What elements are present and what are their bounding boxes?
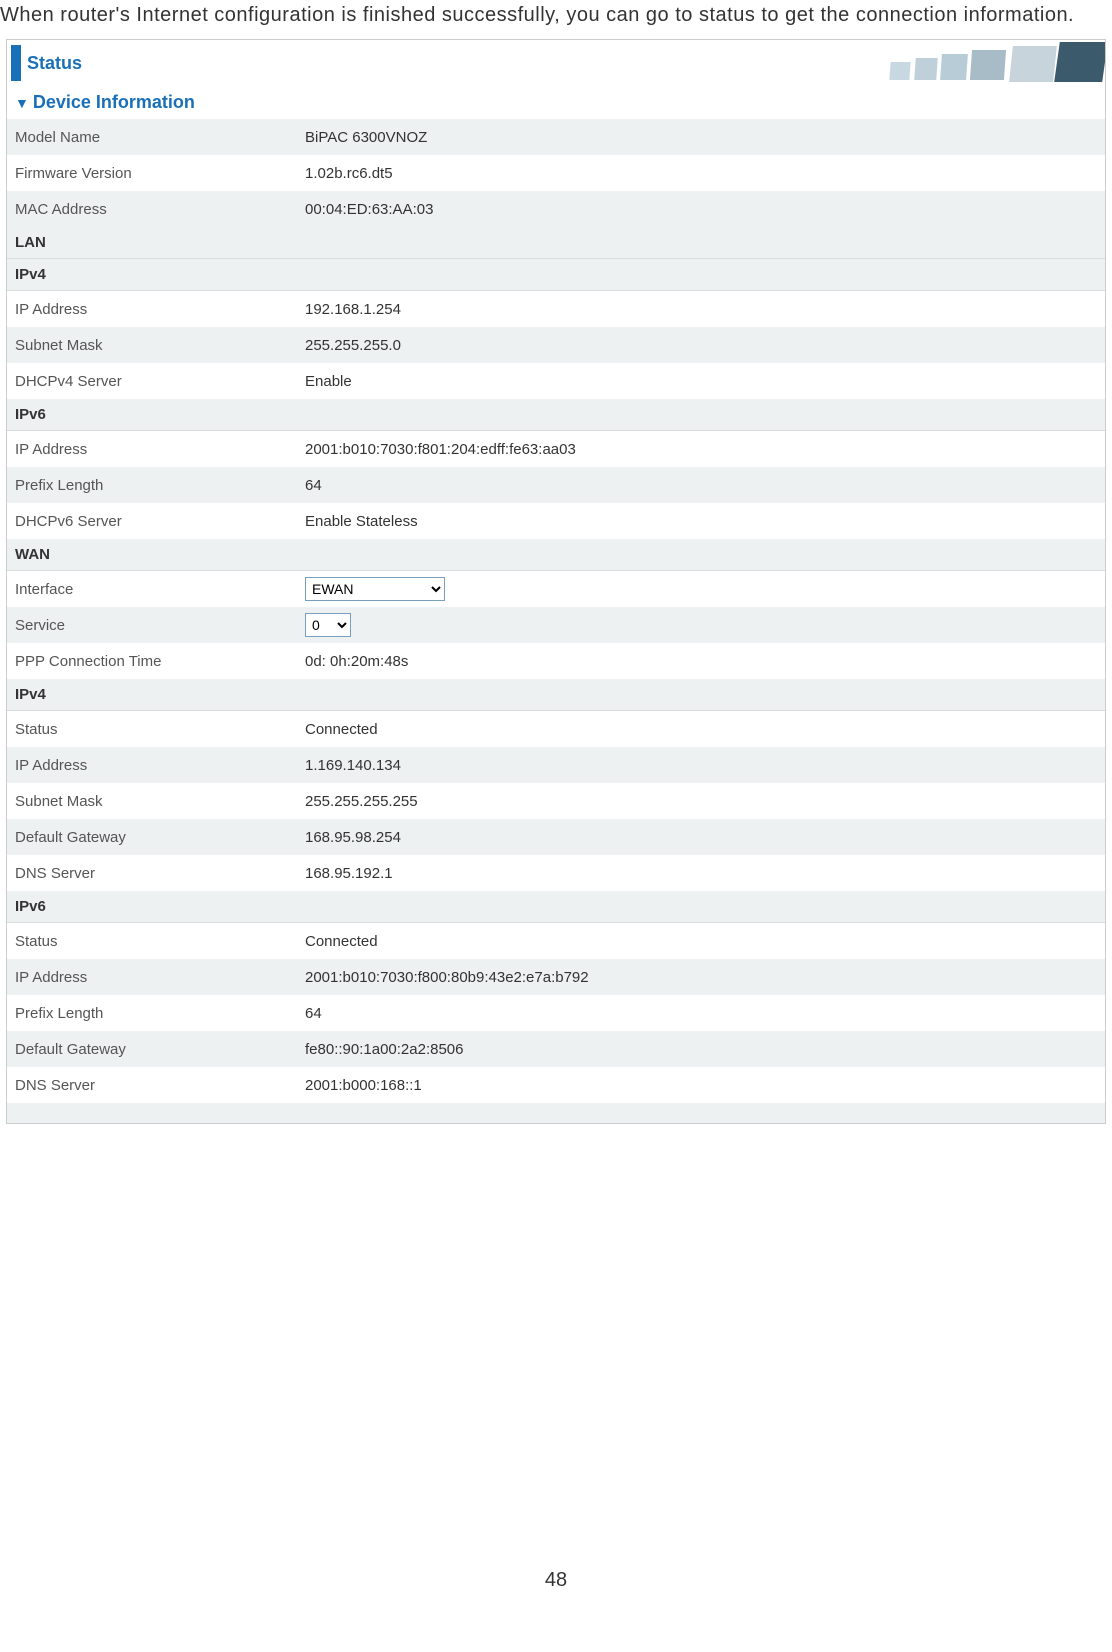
table-row: Service 0: [7, 607, 1105, 643]
wan-ppp-value: 0d: 0h:20m:48s: [305, 653, 408, 670]
lan-ipv4-subnet-label: Subnet Mask: [15, 337, 305, 354]
lan-ipv6-dhcp-value: Enable Stateless: [305, 513, 418, 530]
lan-ipv4-dhcp-label: DHCPv4 Server: [15, 373, 305, 390]
wan-ipv4-status-value: Connected: [305, 721, 378, 738]
table-row: DNS Server 2001:b000:168::1: [7, 1067, 1105, 1103]
wan-ipv4-gateway-label: Default Gateway: [15, 829, 305, 846]
wan-interface-select[interactable]: EWAN: [305, 577, 445, 601]
caret-down-icon: ▼: [15, 95, 29, 111]
lan-ipv6-ip-label: IP Address: [15, 441, 305, 458]
table-row: Prefix Length 64: [7, 467, 1105, 503]
page-number: 48: [545, 1569, 567, 1592]
wan-ipv6-header: IPv6: [7, 891, 1105, 923]
intro-text: When router's Internet configuration is …: [0, 0, 1112, 35]
table-row: IP Address 1.169.140.134: [7, 747, 1105, 783]
lan-ipv4-header: IPv4: [7, 259, 1105, 291]
wan-ipv4-header: IPv4: [7, 679, 1105, 711]
wan-ipv4-status-label: Status: [15, 721, 305, 738]
model-name-label: Model Name: [15, 129, 305, 146]
table-row: PPP Connection Time 0d: 0h:20m:48s: [7, 643, 1105, 679]
status-accent-bar: [11, 45, 21, 81]
wan-ipv4-ip-value: 1.169.140.134: [305, 757, 401, 774]
table-row: DNS Server 168.95.192.1: [7, 855, 1105, 891]
lan-ipv4-ip-label: IP Address: [15, 301, 305, 318]
wan-ipv4-subnet-value: 255.255.255.255: [305, 793, 418, 810]
table-row: Default Gateway fe80::90:1a00:2a2:8506: [7, 1031, 1105, 1067]
table-row: Status Connected: [7, 923, 1105, 959]
table-row: Default Gateway 168.95.98.254: [7, 819, 1105, 855]
lan-header: LAN: [7, 227, 1105, 259]
wan-ipv6-ip-value: 2001:b010:7030:f800:80b9:43e2:e7a:b792: [305, 969, 589, 986]
wan-ppp-label: PPP Connection Time: [15, 653, 305, 670]
table-row: Model Name BiPAC 6300VNOZ: [7, 119, 1105, 155]
table-row: DHCPv4 Server Enable: [7, 363, 1105, 399]
status-header: Status: [7, 40, 1105, 86]
wan-ipv4-dns-label: DNS Server: [15, 865, 305, 882]
lan-ipv4-ip-value: 192.168.1.254: [305, 301, 401, 318]
mac-value: 00:04:ED:63:AA:03: [305, 201, 433, 218]
lan-ipv6-dhcp-label: DHCPv6 Server: [15, 513, 305, 530]
wan-ipv6-ip-label: IP Address: [15, 969, 305, 986]
firmware-label: Firmware Version: [15, 165, 305, 182]
wan-interface-label: Interface: [15, 581, 305, 598]
table-row: MAC Address 00:04:ED:63:AA:03: [7, 191, 1105, 227]
table-row: IP Address 192.168.1.254: [7, 291, 1105, 327]
model-name-value: BiPAC 6300VNOZ: [305, 129, 427, 146]
table-row: Status Connected: [7, 711, 1105, 747]
wan-ipv4-ip-label: IP Address: [15, 757, 305, 774]
lan-ipv6-prefix-label: Prefix Length: [15, 477, 305, 494]
wan-ipv6-prefix-value: 64: [305, 1005, 322, 1022]
wan-service-select[interactable]: 0: [305, 613, 351, 637]
device-info-section-header[interactable]: ▼ Device Information: [7, 86, 1105, 119]
wan-ipv6-dns-value: 2001:b000:168::1: [305, 1077, 422, 1094]
wan-ipv6-status-label: Status: [15, 933, 305, 950]
wan-ipv6-prefix-label: Prefix Length: [15, 1005, 305, 1022]
header-graphic: [785, 40, 1105, 86]
table-row: IP Address 2001:b010:7030:f801:204:edff:…: [7, 431, 1105, 467]
section-title: Device Information: [33, 92, 195, 113]
wan-ipv6-dns-label: DNS Server: [15, 1077, 305, 1094]
wan-service-label: Service: [15, 617, 305, 634]
wan-header: WAN: [7, 539, 1105, 571]
status-panel: Status ▼ Device Information Model Name B…: [6, 39, 1106, 1124]
status-title: Status: [27, 53, 82, 74]
lan-ipv6-header: IPv6: [7, 399, 1105, 431]
table-row: Subnet Mask 255.255.255.0: [7, 327, 1105, 363]
firmware-value: 1.02b.rc6.dt5: [305, 165, 393, 182]
lan-ipv4-dhcp-value: Enable: [305, 373, 352, 390]
lan-ipv6-ip-value: 2001:b010:7030:f801:204:edff:fe63:aa03: [305, 441, 576, 458]
table-row: Firmware Version 1.02b.rc6.dt5: [7, 155, 1105, 191]
wan-ipv6-gateway-value: fe80::90:1a00:2a2:8506: [305, 1041, 463, 1058]
wan-ipv4-dns-value: 168.95.192.1: [305, 865, 393, 882]
table-row: DHCPv6 Server Enable Stateless: [7, 503, 1105, 539]
wan-ipv4-gateway-value: 168.95.98.254: [305, 829, 401, 846]
wan-ipv6-gateway-label: Default Gateway: [15, 1041, 305, 1058]
wan-ipv6-status-value: Connected: [305, 933, 378, 950]
wan-ipv4-subnet-label: Subnet Mask: [15, 793, 305, 810]
lan-ipv4-subnet-value: 255.255.255.0: [305, 337, 401, 354]
table-row: IP Address 2001:b010:7030:f800:80b9:43e2…: [7, 959, 1105, 995]
mac-label: MAC Address: [15, 201, 305, 218]
table-row: [7, 1103, 1105, 1123]
table-row: Prefix Length 64: [7, 995, 1105, 1031]
table-row: Interface EWAN: [7, 571, 1105, 607]
lan-ipv6-prefix-value: 64: [305, 477, 322, 494]
table-row: Subnet Mask 255.255.255.255: [7, 783, 1105, 819]
